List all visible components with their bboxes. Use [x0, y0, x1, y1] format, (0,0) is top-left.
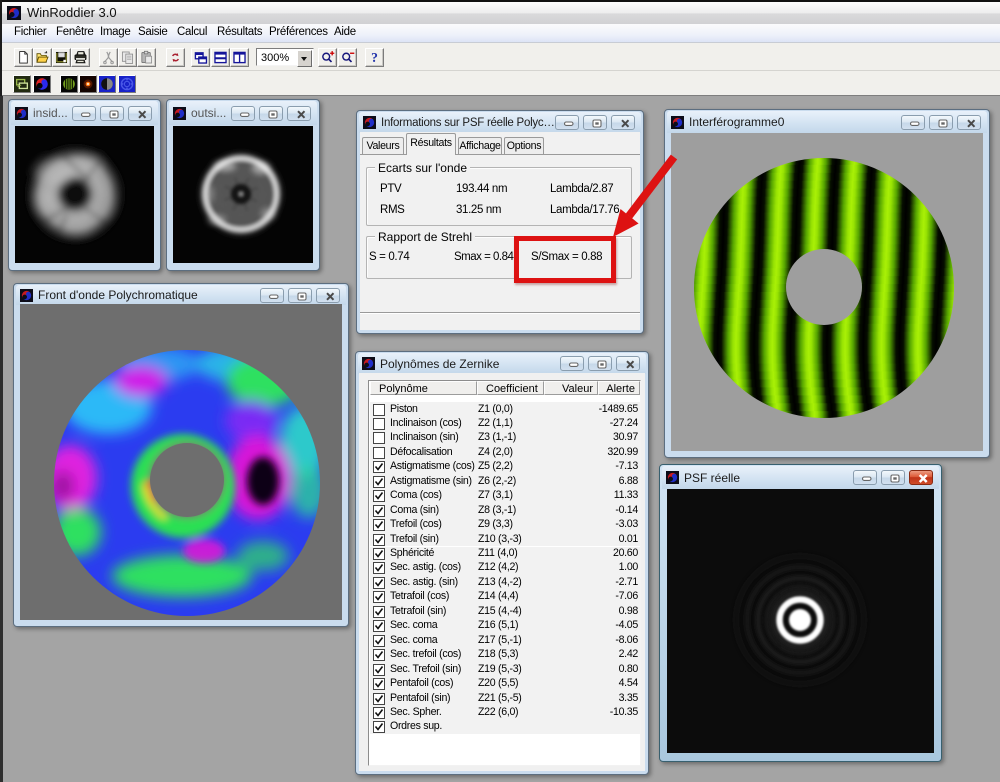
- svg-text:?: ?: [371, 50, 378, 65]
